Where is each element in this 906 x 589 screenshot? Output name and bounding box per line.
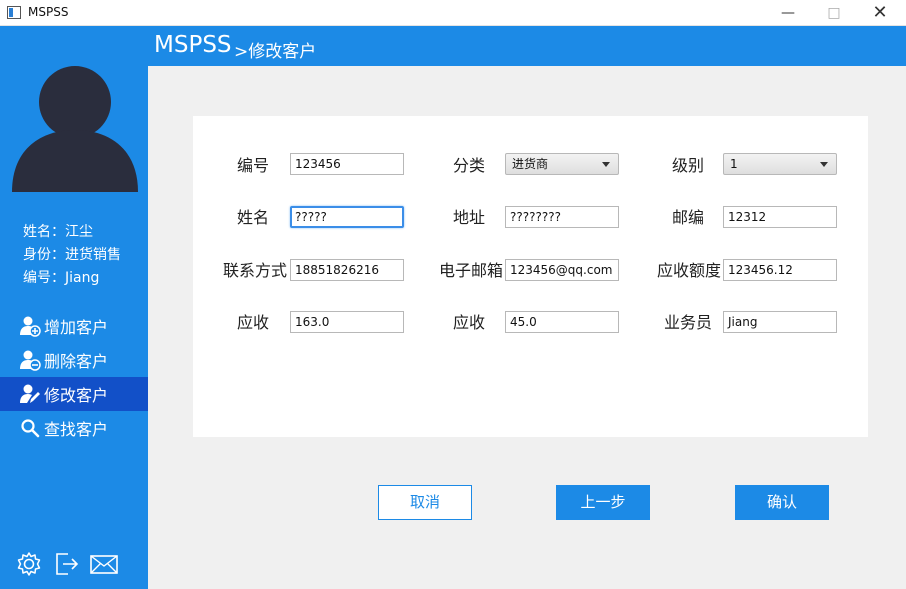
phone-label: 联系方式: [222, 261, 287, 280]
payable-label: 应收: [452, 313, 485, 332]
sidebar: 姓名：江尘 身份：进货销售 编号：Jiang 增加客户 删除客户 修改客户 查找…: [0, 26, 148, 589]
user-add-icon: [18, 314, 42, 338]
sidebar-item-add-customer[interactable]: 增加客户: [0, 309, 148, 343]
sidebar-item-label: 查找客户: [44, 420, 109, 439]
name-field[interactable]: ?????: [290, 206, 404, 228]
user-info: 姓名：江尘 身份：进货销售 编号：Jiang: [23, 221, 121, 290]
salesman-label: 业务员: [663, 313, 712, 332]
name-label: 姓名: [236, 208, 269, 227]
receivable-limit-field[interactable]: 123456.12: [723, 259, 837, 281]
settings-icon[interactable]: [15, 550, 43, 578]
sidebar-item-label: 修改客户: [44, 386, 109, 405]
maximize-button[interactable]: □: [811, 0, 857, 26]
sidebar-nav: 增加客户 删除客户 修改客户 查找客户: [0, 309, 148, 445]
category-select-value: 进货商: [512, 157, 549, 171]
user-remove-icon: [18, 348, 42, 372]
address-field[interactable]: ????????: [505, 206, 619, 228]
level-select[interactable]: 1: [723, 153, 837, 175]
header-bar: MSPSS >修改客户: [148, 26, 906, 66]
user-id: 编号：Jiang: [23, 270, 100, 286]
id-field[interactable]: 123456: [290, 153, 404, 175]
search-icon: [18, 416, 42, 440]
user-silhouette-icon: [12, 66, 138, 192]
user-role: 身份：进货销售: [23, 247, 121, 263]
id-label: 编号: [236, 156, 269, 175]
sidebar-footer: [0, 550, 148, 580]
logout-icon[interactable]: [53, 550, 81, 578]
sidebar-item-label: 增加客户: [44, 318, 109, 337]
sidebar-item-delete-customer[interactable]: 删除客户: [0, 343, 148, 377]
cancel-button[interactable]: 取消: [378, 485, 472, 520]
payable-field[interactable]: 45.0: [505, 311, 619, 333]
window-title: MSPSS: [28, 5, 69, 19]
chevron-down-icon: [820, 162, 828, 167]
avatar: [12, 64, 138, 192]
previous-step-button[interactable]: 上一步: [556, 485, 650, 520]
sidebar-item-edit-customer[interactable]: 修改客户: [0, 377, 148, 411]
zip-label: 邮编: [671, 208, 704, 227]
salesman-field[interactable]: Jiang: [723, 311, 837, 333]
user-edit-icon: [18, 382, 42, 406]
category-select[interactable]: 进货商: [505, 153, 619, 175]
category-label: 分类: [452, 156, 485, 175]
level-select-value: 1: [730, 157, 738, 171]
address-label: 地址: [452, 208, 485, 227]
sidebar-item-find-customer[interactable]: 查找客户: [0, 411, 148, 445]
customer-form-panel: 编号 123456 分类 进货商 级别 1 姓名 ????? 地址 ??????…: [193, 116, 868, 437]
user-name: 姓名：江尘: [23, 224, 93, 240]
mail-icon[interactable]: [89, 550, 118, 578]
phone-field[interactable]: 18851826216: [290, 259, 404, 281]
zip-field[interactable]: 12312: [723, 206, 837, 228]
app-icon: [7, 6, 21, 19]
email-field[interactable]: 123456@qq.com: [505, 259, 619, 281]
receivable-label: 应收: [236, 313, 269, 332]
brand-title: MSPSS: [154, 32, 232, 58]
window-titlebar: MSPSS — □ ✕: [0, 0, 906, 26]
confirm-button[interactable]: 确认: [735, 485, 829, 520]
chevron-down-icon: [602, 162, 610, 167]
close-button[interactable]: ✕: [857, 0, 903, 26]
receivable-field[interactable]: 163.0: [290, 311, 404, 333]
level-label: 级别: [671, 156, 704, 175]
receivable-limit-label: 应收额度: [656, 261, 721, 280]
breadcrumb: >修改客户: [234, 42, 317, 62]
minimize-button[interactable]: —: [765, 0, 811, 26]
email-label: 电子邮箱: [438, 261, 503, 280]
sidebar-item-label: 删除客户: [44, 352, 109, 371]
